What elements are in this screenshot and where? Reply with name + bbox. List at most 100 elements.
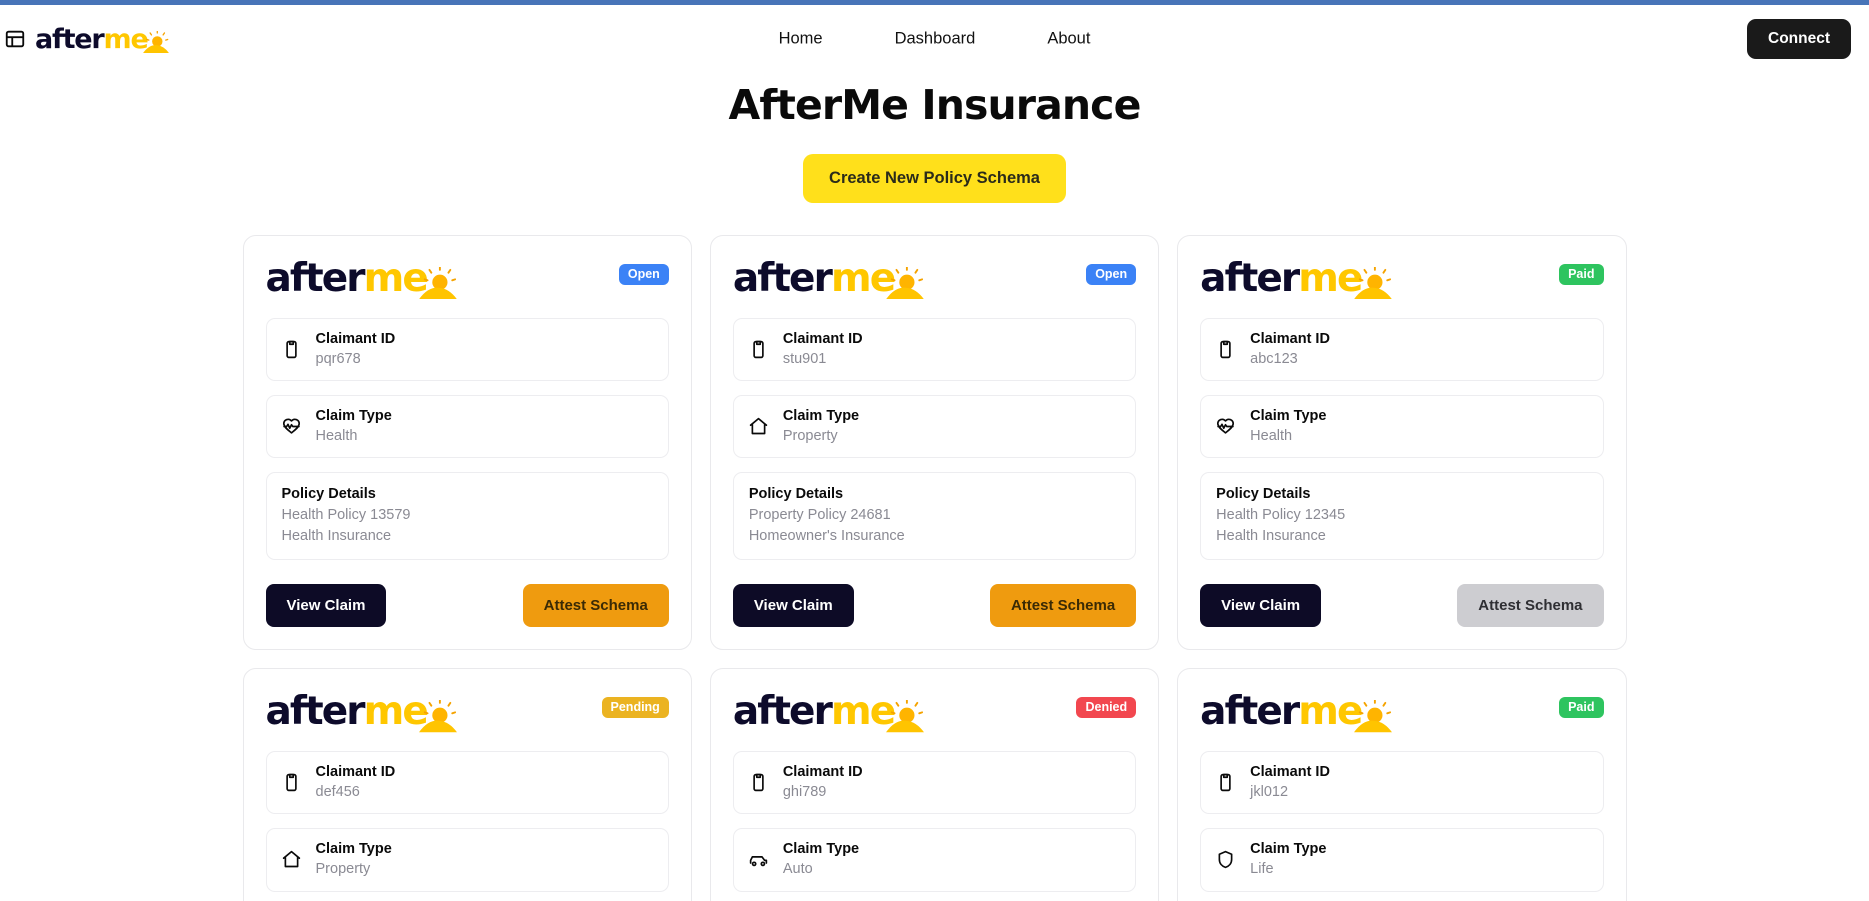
claim-type-label: Claim Type bbox=[1250, 408, 1327, 425]
heart-pulse-icon bbox=[1215, 416, 1236, 437]
brand-text-me: me bbox=[1298, 689, 1363, 735]
brand-text-me: me bbox=[363, 689, 429, 735]
claimant-id-field: Claimant ID pqr678 bbox=[265, 318, 669, 382]
card-brand-logo: after me bbox=[266, 689, 457, 734]
sun-icon bbox=[886, 266, 925, 301]
policy-details-box: Policy Details Health Policy 12345 Health … bbox=[1200, 472, 1604, 561]
claim-type-value: Auto bbox=[782, 860, 813, 877]
claim-type-field: Claim Type Health bbox=[265, 395, 669, 459]
card-brand-logo: after me bbox=[732, 256, 925, 301]
claimant-id-value: ghi789 bbox=[782, 783, 827, 800]
policy-details-box: Policy Details Property Policy 24681 Homeo… bbox=[732, 472, 1137, 561]
nav-link-about[interactable]: About bbox=[1047, 30, 1090, 49]
connect-button[interactable]: Connect bbox=[1747, 19, 1851, 59]
nav-link-home[interactable]: Home bbox=[779, 30, 823, 49]
policy-details-box: Policy Details Health Policy 13579 Health … bbox=[265, 472, 669, 561]
status-badge: Paid bbox=[1559, 264, 1604, 285]
sun-icon bbox=[886, 699, 925, 734]
card-actions: View Claim Attest Schema bbox=[732, 584, 1137, 628]
card-header: after me Paid bbox=[1200, 689, 1604, 737]
card-header: after me Pending bbox=[266, 689, 669, 737]
claim-type-value: Health bbox=[1250, 427, 1293, 444]
claim-type-field: Claim Type Auto bbox=[732, 828, 1137, 892]
claimant-id-value: pqr678 bbox=[315, 350, 361, 367]
policy-kind: Homeowner's Insurance bbox=[748, 528, 905, 545]
view-claim-button[interactable]: View Claim bbox=[1200, 584, 1322, 628]
claim-type-label: Claim Type bbox=[782, 841, 860, 858]
attest-schema-button: Attest Schema bbox=[1457, 584, 1604, 628]
home-icon bbox=[748, 416, 769, 437]
claimant-id-value: def456 bbox=[315, 783, 360, 800]
attest-schema-button[interactable]: Attest Schema bbox=[989, 584, 1137, 628]
page-title: AfterMe Insurance bbox=[728, 81, 1142, 129]
attest-schema-button[interactable]: Attest Schema bbox=[522, 584, 669, 628]
claim-type-label: Claim Type bbox=[315, 841, 392, 858]
clipboard-icon bbox=[281, 339, 302, 360]
claim-type-value: Property bbox=[782, 427, 838, 444]
brand-text-after: after bbox=[35, 23, 105, 55]
brand-text-after: after bbox=[1200, 689, 1300, 735]
claimant-id-label: Claimant ID bbox=[1250, 764, 1330, 781]
nav-links: Home Dashboard About bbox=[779, 30, 1091, 49]
view-claim-button[interactable]: View Claim bbox=[732, 584, 854, 628]
view-claim-button[interactable]: View Claim bbox=[265, 584, 387, 628]
status-badge: Pending bbox=[601, 697, 669, 719]
status-badge: Denied bbox=[1076, 697, 1137, 719]
claimant-id-value: abc123 bbox=[1250, 350, 1298, 367]
claim-type-label: Claim Type bbox=[782, 408, 860, 425]
status-badge: Open bbox=[1086, 264, 1137, 285]
policy-kind: Health Insurance bbox=[281, 528, 392, 545]
heart-pulse-icon bbox=[281, 416, 302, 437]
claimant-id-field: Claimant ID abc123 bbox=[1200, 318, 1604, 382]
claimant-id-label: Claimant ID bbox=[782, 331, 863, 347]
brand-text-after: after bbox=[1200, 256, 1300, 301]
home-icon bbox=[281, 849, 302, 870]
card-brand-logo: after me bbox=[1200, 256, 1392, 301]
claim-type-value: Life bbox=[1250, 860, 1274, 877]
sun-icon bbox=[1353, 699, 1392, 734]
claim-type-field: Claim Type Life bbox=[1200, 828, 1604, 892]
brand-logo[interactable]: after me bbox=[4, 24, 169, 55]
create-new-policy-schema-button[interactable]: Create New Policy Schema bbox=[803, 154, 1066, 203]
policy-kind: Health Insurance bbox=[1216, 528, 1326, 545]
brand-text-me: me bbox=[363, 256, 429, 301]
shield-icon bbox=[1215, 849, 1236, 870]
card-actions: View Claim Attest Schema bbox=[1200, 584, 1604, 628]
claim-type-value: Health bbox=[315, 427, 358, 444]
claimant-id-field: Claimant ID ghi789 bbox=[732, 751, 1137, 815]
claimant-id-label: Claimant ID bbox=[1250, 331, 1330, 347]
policy-number: Property Policy 24681 bbox=[748, 507, 891, 524]
policy-details-label: Policy Details bbox=[1216, 486, 1311, 503]
claim-card: after me Paid Claimant ID jkl012 Claim Type Li… bbox=[1177, 668, 1627, 901]
top-navbar: after me Home Dashboard About Connect bbox=[0, 5, 1869, 73]
car-icon bbox=[748, 849, 769, 870]
claimant-id-label: Claimant ID bbox=[315, 331, 396, 347]
sun-icon bbox=[1353, 266, 1392, 301]
claimant-id-label: Claimant ID bbox=[782, 764, 863, 781]
claimant-id-field: Claimant ID stu901 bbox=[732, 318, 1137, 382]
claims-grid: after me Open Claimant ID pqr678 Claim Type He… bbox=[242, 235, 1627, 901]
card-brand-logo: after me bbox=[1200, 689, 1392, 735]
policy-details-label: Policy Details bbox=[748, 486, 844, 503]
claim-card: after me Pending Claimant ID def456 Claim Typ… bbox=[242, 668, 692, 901]
sun-icon bbox=[418, 266, 457, 301]
brand-text-after: after bbox=[732, 256, 833, 301]
brand-text-after: after bbox=[265, 689, 366, 735]
claim-card: after me Open Claimant ID pqr678 Claim Type He… bbox=[242, 235, 692, 651]
brand-text-me: me bbox=[1298, 256, 1363, 301]
status-badge: Paid bbox=[1559, 697, 1604, 719]
claimant-id-label: Claimant ID bbox=[315, 764, 396, 781]
claimant-id-value: stu901 bbox=[782, 350, 827, 367]
card-brand-logo: after me bbox=[266, 256, 457, 301]
claim-type-label: Claim Type bbox=[315, 408, 392, 425]
claim-type-field: Claim Type Property bbox=[732, 395, 1137, 459]
claim-card: after me Open Claimant ID stu901 Claim Type Pr… bbox=[709, 235, 1160, 651]
brand-text-me: me bbox=[830, 256, 896, 301]
brand-text-after: after bbox=[265, 256, 366, 301]
nav-link-dashboard[interactable]: Dashboard bbox=[895, 30, 976, 49]
claim-type-field: Claim Type Health bbox=[1200, 395, 1604, 459]
card-header: after me Open bbox=[732, 256, 1137, 304]
sun-icon bbox=[142, 29, 169, 55]
card-header: after me Paid bbox=[1200, 256, 1604, 304]
sun-icon bbox=[418, 699, 457, 734]
